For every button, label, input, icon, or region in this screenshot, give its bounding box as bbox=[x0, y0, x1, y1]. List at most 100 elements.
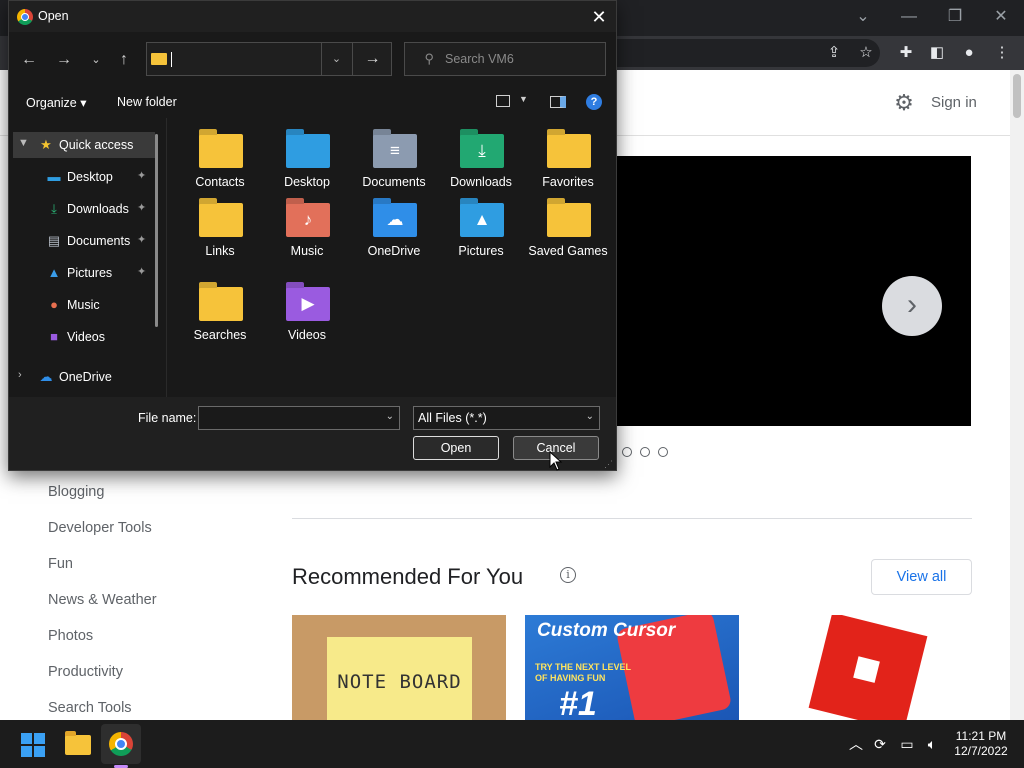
star-icon[interactable]: ☆ bbox=[857, 44, 875, 62]
folder-desktop[interactable]: Desktop bbox=[267, 125, 347, 205]
nav-item-videos[interactable]: ■ Videos bbox=[13, 324, 155, 350]
folder-searches[interactable]: Searches bbox=[180, 278, 260, 358]
carousel-dot[interactable] bbox=[658, 447, 668, 457]
tab-search-button[interactable]: ⌄ bbox=[840, 4, 886, 30]
desktop-folder-icon bbox=[286, 134, 330, 168]
sidebar-link-photos[interactable]: Photos bbox=[48, 628, 93, 644]
chevron-down-icon[interactable]: ▼ bbox=[18, 137, 29, 149]
clock[interactable]: 11:21 PM 12/7/2022 bbox=[948, 729, 1014, 759]
nav-item-label: Documents bbox=[67, 234, 131, 248]
scrollbar-thumb[interactable] bbox=[1013, 74, 1021, 118]
folder-documents[interactable]: ≡ Documents bbox=[354, 125, 434, 205]
view-options-icon[interactable] bbox=[496, 95, 510, 107]
minimize-button[interactable]: — bbox=[886, 4, 932, 30]
back-icon[interactable]: ← bbox=[18, 49, 40, 71]
chevron-down-icon[interactable]: ▼ bbox=[519, 94, 528, 104]
gear-icon[interactable]: ⚙ bbox=[893, 92, 915, 114]
documents-icon: ▤ bbox=[47, 233, 61, 248]
sidebar-link-blogging[interactable]: Blogging bbox=[48, 484, 104, 500]
search-input[interactable]: ⚲ Search VM6 bbox=[404, 42, 606, 76]
go-arrow-icon[interactable]: → bbox=[352, 43, 392, 75]
nav-item-documents[interactable]: ▤ Documents ✦ bbox=[13, 228, 155, 254]
folder-onedrive[interactable]: ☁ OneDrive bbox=[354, 194, 434, 274]
side-panel-icon[interactable]: ◧ bbox=[928, 44, 946, 62]
help-icon[interactable]: ? bbox=[586, 94, 602, 110]
folder-links[interactable]: Links bbox=[180, 194, 260, 274]
close-icon[interactable]: ✕ bbox=[583, 3, 615, 31]
nav-item-downloads[interactable]: ⤓ Downloads ✦ bbox=[13, 196, 155, 222]
show-hidden-icons-button[interactable]: ︿ bbox=[846, 735, 866, 753]
start-button[interactable] bbox=[13, 724, 53, 764]
folder-music[interactable]: ♪ Music bbox=[267, 194, 347, 274]
puzzle-icon[interactable]: ✚ bbox=[897, 44, 915, 62]
up-icon[interactable]: ↑ bbox=[113, 49, 135, 71]
restore-button[interactable]: ❐ bbox=[932, 4, 978, 30]
folder-favorites[interactable]: Favorites bbox=[528, 125, 608, 205]
folder-label: Music bbox=[290, 244, 324, 258]
star-icon: ★ bbox=[40, 137, 52, 152]
folder-icon bbox=[151, 53, 167, 65]
nav-item-quick-access[interactable]: ▼ ★ Quick access bbox=[13, 132, 155, 158]
open-button[interactable]: Open bbox=[413, 436, 499, 460]
sidebar-link-developer-tools[interactable]: Developer Tools bbox=[48, 520, 152, 536]
pin-icon[interactable]: ✦ bbox=[137, 233, 146, 246]
extension-card-roblox[interactable] bbox=[759, 615, 973, 720]
card-image-text: NOTE BOARD bbox=[327, 637, 472, 720]
recent-locations-icon[interactable]: ⌄ bbox=[85, 49, 107, 71]
extension-card-custom-cursor[interactable]: Custom Cursor TRY THE NEXT LEVEL OF HAVI… bbox=[525, 615, 739, 720]
nav-item-desktop[interactable]: ▬ Desktop ✦ bbox=[13, 164, 155, 190]
file-explorer-button[interactable] bbox=[58, 724, 98, 764]
folder-pictures[interactable]: ▲ Pictures bbox=[441, 194, 521, 274]
preview-pane-icon[interactable] bbox=[550, 96, 566, 108]
carousel-dot[interactable] bbox=[640, 447, 650, 457]
extension-card-note-board[interactable]: NOTE BOARD bbox=[292, 615, 506, 720]
chevron-down-icon[interactable]: ⌄ bbox=[321, 43, 351, 75]
resize-grip-icon[interactable]: ⋰ bbox=[604, 459, 613, 470]
taskbar: ︿ ⟳ ▭ 🔈︎ 11:21 PM 12/7/2022 bbox=[0, 720, 1024, 768]
sync-icon[interactable]: ⟳ bbox=[870, 735, 890, 753]
folder-label: Videos bbox=[288, 328, 326, 342]
page-scrollbar[interactable] bbox=[1010, 70, 1024, 720]
sidebar-link-search-tools[interactable]: Search Tools bbox=[48, 700, 132, 716]
menu-icon[interactable]: ⋮ bbox=[993, 44, 1011, 62]
location-path-input[interactable]: ⌄ → bbox=[146, 42, 392, 76]
pin-icon[interactable]: ✦ bbox=[137, 201, 146, 214]
share-icon[interactable]: ⇪ bbox=[825, 44, 843, 62]
file-name-input[interactable]: ⌄ bbox=[198, 406, 400, 430]
carousel-next-button[interactable]: › bbox=[882, 276, 942, 336]
favorites-folder-icon bbox=[547, 134, 591, 168]
pin-icon[interactable]: ✦ bbox=[137, 169, 146, 182]
nav-pane-scrollbar[interactable] bbox=[155, 134, 158, 327]
pictures-folder-icon: ▲ bbox=[460, 203, 504, 237]
nav-item-pictures[interactable]: ▲ Pictures ✦ bbox=[13, 260, 155, 286]
forward-icon[interactable]: → bbox=[53, 49, 75, 71]
folder-saved-games[interactable]: Saved Games bbox=[528, 194, 608, 274]
folder-downloads[interactable]: ⤓ Downloads bbox=[441, 125, 521, 205]
file-type-select[interactable]: All Files (*.*) ⌄ bbox=[413, 406, 600, 430]
profile-icon[interactable]: ● bbox=[960, 44, 978, 62]
sign-in-link[interactable]: Sign in bbox=[931, 94, 977, 111]
chevron-down-icon[interactable]: ⌄ bbox=[386, 411, 394, 422]
music-icon: ● bbox=[50, 297, 58, 312]
view-all-button[interactable]: View all bbox=[871, 559, 972, 595]
sidebar-link-productivity[interactable]: Productivity bbox=[48, 664, 123, 680]
pin-icon[interactable]: ✦ bbox=[137, 265, 146, 278]
nav-item-music[interactable]: ● Music bbox=[13, 292, 155, 318]
organize-menu-button[interactable]: Organize ▾ bbox=[26, 95, 86, 110]
folder-contacts[interactable]: Contacts bbox=[180, 125, 260, 205]
volume-icon[interactable]: 🔈︎ bbox=[922, 735, 942, 753]
close-window-button[interactable]: ✕ bbox=[978, 4, 1024, 30]
nav-item-onedrive[interactable]: › ☁ OneDrive bbox=[13, 364, 155, 390]
folder-videos[interactable]: ▶ Videos bbox=[267, 278, 347, 358]
dialog-footer: File name: ⌄ All Files (*.*) ⌄ Open Canc… bbox=[9, 397, 616, 470]
carousel-dot[interactable] bbox=[622, 447, 632, 457]
new-folder-button[interactable]: New folder bbox=[117, 95, 177, 109]
chevron-right-icon[interactable]: › bbox=[18, 369, 22, 381]
sidebar-link-news-weather[interactable]: News & Weather bbox=[48, 592, 157, 608]
chevron-down-icon[interactable]: ⌄ bbox=[586, 411, 594, 422]
sidebar-link-fun[interactable]: Fun bbox=[48, 556, 73, 572]
network-icon[interactable]: ▭ bbox=[897, 735, 917, 753]
chrome-taskbar-button[interactable] bbox=[101, 724, 141, 764]
info-icon[interactable]: i bbox=[560, 567, 576, 583]
music-folder-icon: ♪ bbox=[286, 203, 330, 237]
